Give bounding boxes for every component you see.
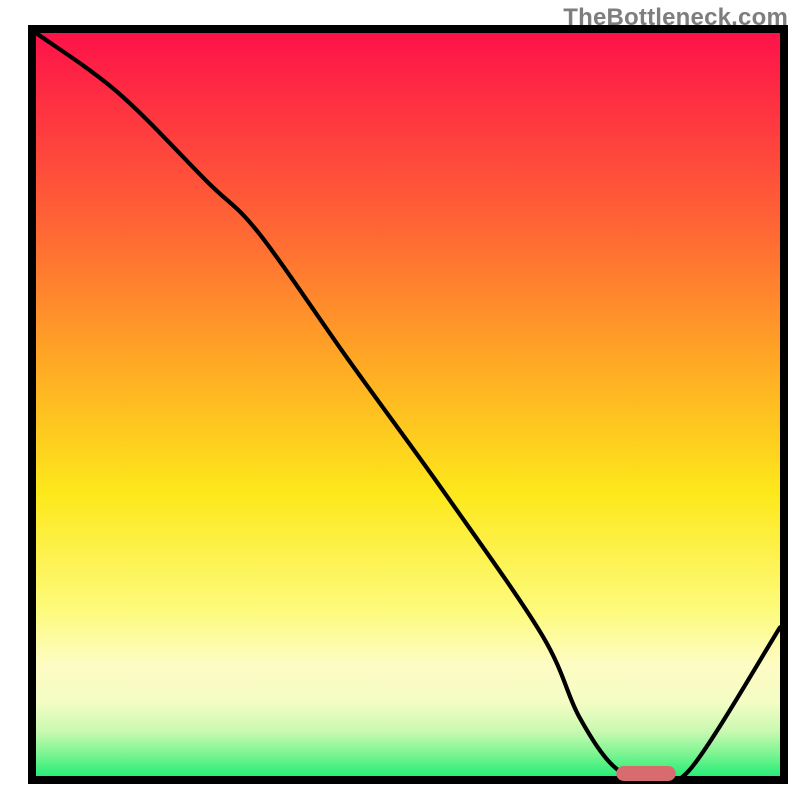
optimal-range-marker xyxy=(616,766,676,781)
plot-area xyxy=(32,29,784,782)
gradient-background xyxy=(36,33,780,776)
chart-canvas: TheBottleneck.com xyxy=(0,0,800,800)
attribution-text: TheBottleneck.com xyxy=(563,4,788,32)
chart-svg xyxy=(0,0,800,800)
